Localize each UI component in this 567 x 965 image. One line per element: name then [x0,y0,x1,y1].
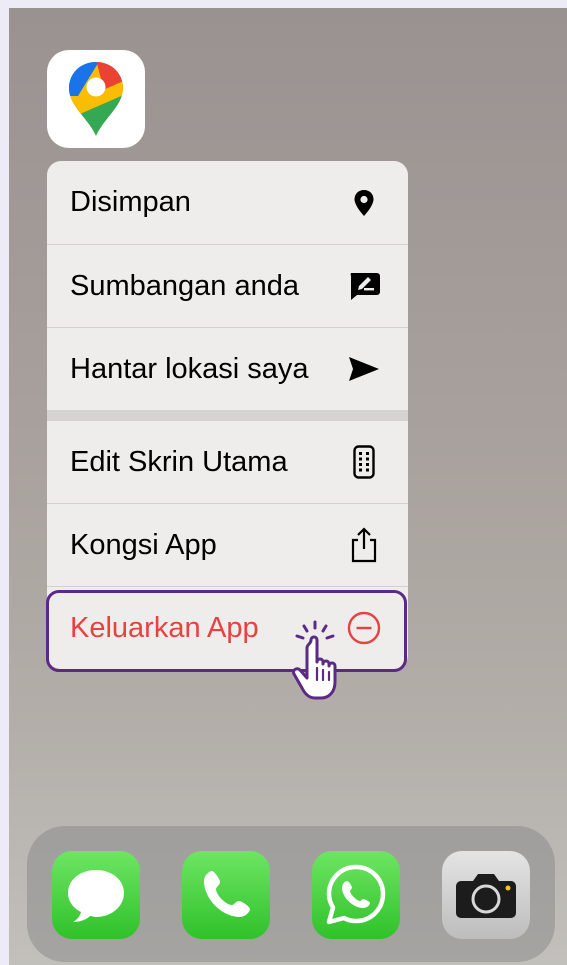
menu-item-disimpan[interactable]: Disimpan [47,161,408,244]
menu-item-label: Kongsi App [70,528,217,561]
menu-item-hantar-lokasi-saya[interactable]: Hantar lokasi saya [47,327,408,410]
messages-icon [68,870,124,922]
menu-item-label: Disimpan [70,186,191,218]
messages-app[interactable] [52,851,140,939]
send-arrow-icon [344,349,384,389]
google-maps-icon [69,62,123,136]
phone-icon [204,871,250,917]
phone-app[interactable] [182,851,270,939]
map-pin-icon [344,183,384,223]
share-icon [344,525,384,565]
menu-item-label: Keluarkan App [70,611,259,644]
menu-item-kongsi-app[interactable]: Kongsi App [47,503,408,586]
menu-separator [47,410,408,420]
edit-review-icon [344,266,384,306]
menu-item-label: Edit Skrin Utama [70,445,288,478]
camera-icon [456,874,516,918]
menu-item-label: Hantar lokasi saya [70,352,309,385]
whatsapp-icon [326,864,386,925]
tap-hand-cursor-icon [292,620,337,700]
camera-app[interactable] [442,851,530,939]
google-maps-app-icon[interactable] [47,50,145,148]
home-screen: Disimpan Sumbangan anda Hantar lokasi sa… [9,8,567,965]
menu-item-edit-skrin-utama[interactable]: Edit Skrin Utama [47,420,408,503]
context-menu: Disimpan Sumbangan anda Hantar lokasi sa… [47,161,408,669]
whatsapp-app[interactable] [312,851,400,939]
phone-screen-icon [344,442,384,482]
menu-item-label: Sumbangan anda [70,269,299,302]
menu-item-sumbangan-anda[interactable]: Sumbangan anda [47,244,408,327]
dock [27,826,555,962]
